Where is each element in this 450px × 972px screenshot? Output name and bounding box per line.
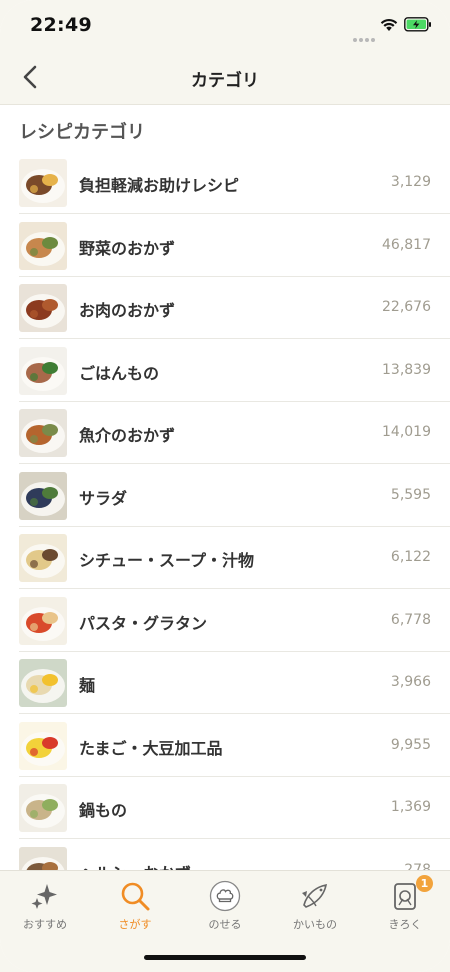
category-thumbnail bbox=[19, 159, 67, 207]
section-header: レシピカテゴリ bbox=[0, 105, 450, 151]
list-item[interactable]: たまご・大豆加工品 9,955 bbox=[0, 714, 450, 777]
recipe-count: 6,778 bbox=[390, 611, 431, 628]
tab-osusume[interactable]: おすすめ bbox=[0, 871, 90, 941]
cellular-signal-icon bbox=[353, 27, 377, 42]
status-time: 22:49 bbox=[30, 14, 92, 36]
category-label: たまご・大豆加工品 bbox=[79, 738, 223, 758]
list-item[interactable]: 負担軽減お助けレシピ 3,129 bbox=[0, 152, 450, 214]
recipe-count: 22,676 bbox=[382, 299, 431, 315]
app-screen: 22:49 カテゴリ レシピカテゴリ 負担軽減お助けレシピ 3,129 野菜のおかず… bbox=[0, 0, 450, 972]
tab-noseru[interactable]: のせる bbox=[180, 871, 270, 941]
navigation-bar: カテゴリ bbox=[0, 50, 450, 105]
recipe-count: 3,129 bbox=[390, 174, 431, 190]
notification-badge: 1 bbox=[416, 875, 433, 892]
category-thumbnail bbox=[19, 221, 67, 270]
category-label: サラダ bbox=[79, 488, 128, 508]
category-label: 野菜のおかず bbox=[79, 238, 176, 258]
list-item[interactable]: 鍋もの 1,369 bbox=[0, 777, 450, 839]
category-label: 負担軽減お助けレシピ bbox=[79, 176, 240, 195]
sparkle-icon bbox=[29, 880, 61, 912]
category-label: 麺 bbox=[79, 676, 96, 695]
list-item[interactable]: シチュー・スープ・汁物 6,122 bbox=[0, 527, 450, 589]
tab-label: かいもの bbox=[293, 918, 337, 931]
list-item[interactable]: パスタ・グラタン 6,778 bbox=[0, 589, 450, 652]
category-label: お肉のおかず bbox=[79, 301, 176, 320]
category-thumbnail bbox=[19, 346, 67, 395]
tab-label: さがす bbox=[118, 918, 152, 931]
list-item[interactable]: 魚介のおかず 14,019 bbox=[0, 402, 450, 464]
home-indicator bbox=[144, 955, 306, 960]
tab-label: きろく bbox=[388, 918, 422, 931]
category-thumbnail bbox=[19, 471, 67, 520]
category-thumbnail bbox=[19, 659, 67, 707]
list-item[interactable]: 麺 3,966 bbox=[0, 652, 450, 714]
recipe-count: 5,595 bbox=[390, 486, 431, 503]
list-item[interactable]: サラダ 5,595 bbox=[0, 464, 450, 527]
list-item[interactable]: ヘルシーおかず 278 bbox=[0, 839, 450, 871]
tab-sagasu[interactable]: さがす bbox=[90, 871, 180, 941]
recipe-count: 278 bbox=[404, 861, 431, 871]
section-title: レシピカテゴリ bbox=[19, 122, 145, 143]
category-thumbnail bbox=[19, 409, 67, 457]
category-label: ヘルシーおかず bbox=[79, 860, 191, 871]
list-item[interactable]: お肉のおかず 22,676 bbox=[0, 277, 450, 339]
category-label: 魚介のおかず bbox=[79, 426, 176, 445]
recipe-count: 9,955 bbox=[390, 736, 431, 753]
category-thumbnail bbox=[19, 284, 67, 332]
category-thumbnail bbox=[19, 721, 67, 770]
recipe-count: 46,817 bbox=[382, 236, 431, 253]
category-list: 負担軽減お助けレシピ 3,129 野菜のおかず 46,817 お肉のおかず 22,676 ご… bbox=[0, 152, 450, 870]
category-thumbnail bbox=[19, 846, 67, 870]
tab-label: おすすめ bbox=[23, 918, 67, 931]
wifi-icon bbox=[380, 19, 398, 31]
category-label: ごはんもの bbox=[79, 363, 160, 383]
category-thumbnail bbox=[19, 596, 67, 645]
recipe-count: 1,369 bbox=[390, 799, 431, 815]
category-label: シチュー・スープ・汁物 bbox=[79, 551, 255, 570]
recipe-count: 14,019 bbox=[382, 424, 431, 440]
recipe-count: 6,122 bbox=[390, 549, 431, 565]
recipe-count: 13,839 bbox=[382, 361, 431, 378]
category-label: 鍋もの bbox=[79, 801, 128, 820]
tab-kaimono[interactable]: かいもの bbox=[270, 871, 360, 941]
page-title: カテゴリ bbox=[191, 71, 259, 91]
tab-kiroku[interactable]: きろく 1 bbox=[360, 871, 450, 941]
tab-label: のせる bbox=[208, 918, 242, 931]
search-icon bbox=[119, 880, 151, 912]
list-item[interactable]: ごはんもの 13,839 bbox=[0, 339, 450, 402]
category-thumbnail bbox=[19, 784, 67, 832]
recipe-count: 3,966 bbox=[390, 674, 431, 690]
chef-hat-icon bbox=[209, 880, 241, 912]
list-item[interactable]: 野菜のおかず 46,817 bbox=[0, 214, 450, 277]
category-thumbnail bbox=[19, 534, 67, 582]
fish-vegetable-icon bbox=[299, 880, 331, 912]
category-label: パスタ・グラタン bbox=[79, 613, 208, 633]
battery-icon bbox=[404, 17, 431, 32]
status-bar: 22:49 bbox=[0, 0, 450, 50]
